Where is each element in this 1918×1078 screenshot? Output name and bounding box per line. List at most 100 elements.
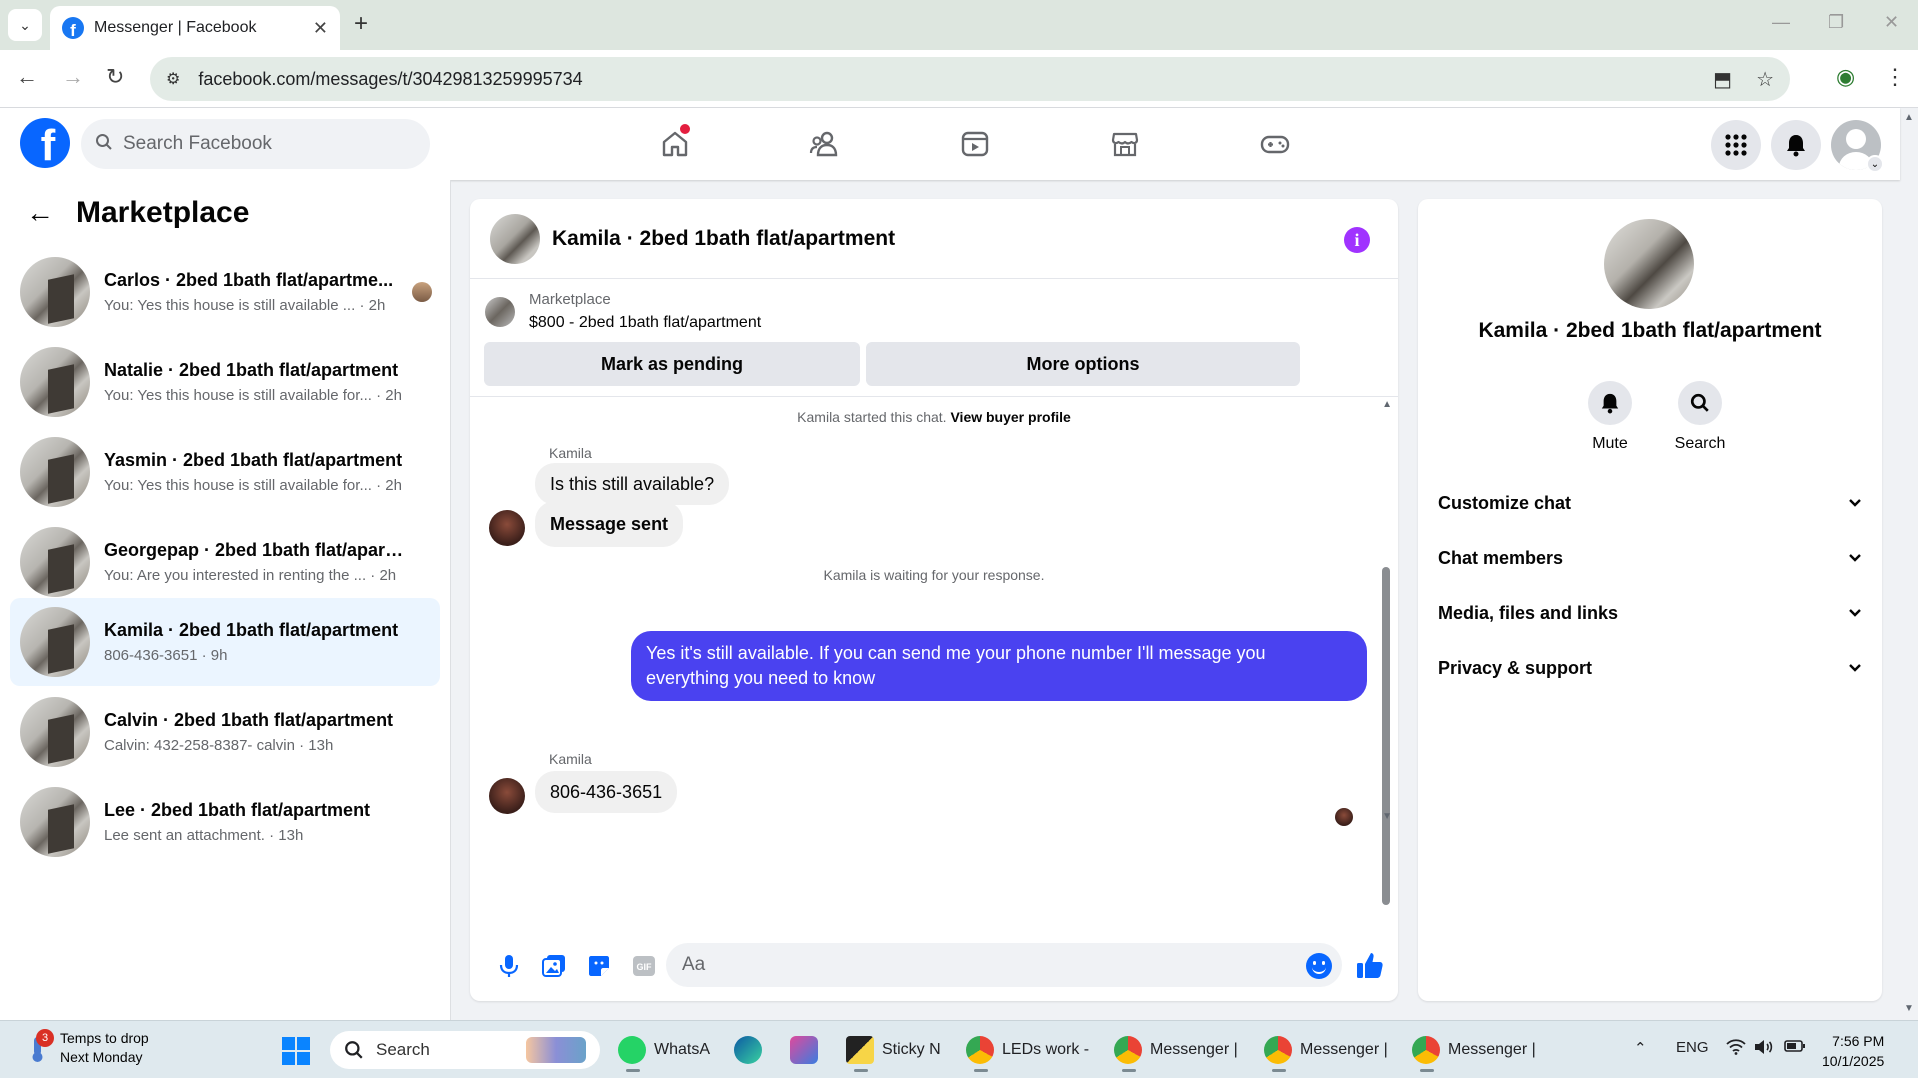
nav-home[interactable] (600, 108, 750, 180)
mute-button[interactable]: Mute (1570, 381, 1650, 453)
voice-clip-button[interactable] (486, 954, 531, 978)
message-input-box[interactable] (666, 943, 1342, 987)
conversation-item[interactable]: Lee · 2bed 1bath flat/apartment Lee sent… (10, 778, 440, 866)
facebook-search-input[interactable] (123, 133, 403, 155)
conversation-item[interactable]: Georgepap · 2bed 1bath flat/apart... You… (10, 518, 440, 606)
taskbar-app-label: Messenger | (1448, 1041, 1536, 1058)
back-arrow-icon[interactable]: ← (26, 197, 54, 229)
reload-icon[interactable]: ↻ (106, 64, 124, 90)
bookmark-star-icon[interactable]: ☆ (1756, 67, 1774, 92)
marketplace-label: Marketplace (529, 291, 611, 308)
sticker-icon (588, 956, 609, 976)
battery-icon[interactable] (1784, 1039, 1806, 1057)
taskbar-whatsapp[interactable]: WhatsA (618, 1031, 710, 1072)
wifi-icon[interactable] (1726, 1039, 1746, 1059)
mark-as-pending-button[interactable]: Mark as pending (484, 342, 860, 386)
media-files-links-row[interactable]: Media, files and links (1438, 592, 1862, 634)
nav-video[interactable] (900, 108, 1050, 180)
mute-label: Mute (1592, 435, 1628, 452)
new-tab-button[interactable]: + (354, 10, 368, 38)
conversation-item[interactable]: Calvin · 2bed 1bath flat/apartment Calvi… (10, 688, 440, 776)
privacy-support-row[interactable]: Privacy & support (1438, 647, 1862, 689)
listing-thumbnail (20, 347, 90, 417)
thermometer-icon: 3 (26, 1029, 54, 1063)
chat-listing-thumbnail[interactable] (490, 213, 540, 264)
outgoing-message[interactable]: Yes it's still available. If you can sen… (631, 631, 1367, 701)
chat-title[interactable]: Kamila · 2bed 1bath flat/apartment (552, 227, 895, 251)
home-notification-dot (680, 124, 690, 134)
weather-widget[interactable]: 3 Temps to drop Next Monday (26, 1029, 149, 1067)
more-options-button[interactable]: More options (866, 342, 1300, 386)
account-chevron-icon[interactable]: ⌄ (1866, 155, 1884, 173)
like-button[interactable] (1356, 951, 1384, 984)
search-in-conversation-button[interactable]: Search (1660, 381, 1740, 453)
incoming-message[interactable]: Message sent (535, 501, 684, 547)
attach-photo-button[interactable] (531, 954, 576, 978)
taskbar-snipping-tool[interactable] (790, 1031, 818, 1069)
listing-summary[interactable]: Marketplace $800 - 2bed 1bath flat/apart… (470, 279, 1398, 332)
conversation-item-active[interactable]: Kamila · 2bed 1bath flat/apartment 806-4… (10, 598, 440, 686)
conversation-item[interactable]: Natalie · 2bed 1bath flat/apartment You:… (10, 338, 440, 426)
info-icon[interactable]: i (1344, 227, 1370, 253)
taskbar-edge[interactable] (734, 1031, 762, 1069)
sender-avatar[interactable] (489, 510, 525, 546)
windows-start-icon[interactable] (282, 1037, 310, 1065)
sender-avatar[interactable] (489, 778, 525, 814)
taskbar-chrome-leds[interactable]: LEDs work - (966, 1031, 1089, 1072)
scroll-down-arrow-icon[interactable]: ▼ (1382, 811, 1392, 822)
taskbar-sticky-notes[interactable]: Sticky N (846, 1031, 941, 1072)
incoming-message[interactable]: Is this still available? (535, 463, 730, 505)
back-icon[interactable]: ← (16, 64, 38, 90)
browser-tab-messenger[interactable]: f Messenger | Facebook ✕ (50, 6, 340, 50)
close-tab-icon[interactable]: ✕ (313, 18, 328, 39)
nav-marketplace[interactable] (1050, 108, 1200, 180)
minimize-icon[interactable]: — (1772, 12, 1790, 33)
row-label: Privacy & support (1438, 657, 1593, 678)
menu-kebab-icon[interactable]: ⋮ (1884, 64, 1906, 90)
message-input[interactable] (682, 954, 1272, 976)
nav-friends[interactable] (750, 108, 900, 180)
customize-chat-row[interactable]: Customize chat (1438, 482, 1862, 524)
chat-members-row[interactable]: Chat members (1438, 537, 1862, 579)
taskbar-search[interactable]: Search (330, 1031, 600, 1069)
install-app-icon[interactable]: ⬒ (1713, 67, 1732, 92)
facebook-search[interactable] (81, 119, 430, 169)
tray-overflow-chevron-icon[interactable]: ⌃ (1634, 1039, 1647, 1057)
weather-title: Temps to drop (60, 1030, 149, 1046)
notifications-button[interactable] (1771, 120, 1821, 170)
volume-icon[interactable] (1754, 1039, 1774, 1059)
taskbar-chrome-messenger-2[interactable]: Messenger | (1264, 1031, 1388, 1072)
profile-icon[interactable]: ◉ (1836, 64, 1855, 90)
site-settings-icon[interactable]: ⚙ (166, 69, 180, 89)
language-indicator[interactable]: ENG (1676, 1039, 1709, 1056)
url-text[interactable]: facebook.com/messages/t/3042981325999573… (198, 69, 1713, 90)
taskbar-chrome-messenger-3[interactable]: Messenger | (1412, 1031, 1536, 1072)
conversation-name: Lee · 2bed 1bath flat/apartment (104, 800, 371, 820)
emoji-icon[interactable] (1306, 953, 1332, 979)
address-bar[interactable]: ⚙ facebook.com/messages/t/30429813259995… (150, 57, 1790, 101)
message-thread[interactable]: Kamila started this chat. View buyer pro… (470, 397, 1398, 933)
facebook-logo-icon[interactable]: f (20, 118, 70, 168)
system-clock[interactable]: 7:56 PM 10/1/2025 (1822, 1031, 1884, 1071)
conversation-item[interactable]: Yasmin · 2bed 1bath flat/apartment You: … (10, 428, 440, 516)
taskbar-chrome-messenger-1[interactable]: Messenger | (1114, 1031, 1238, 1072)
incoming-message[interactable]: 806-436-3651 (535, 771, 678, 813)
page-scroll-down-icon[interactable]: ▼ (1904, 1003, 1914, 1014)
page-scroll-up-icon[interactable]: ▲ (1904, 112, 1914, 123)
conversation-preview: You: Are you interested in renting the .… (104, 567, 397, 584)
view-buyer-profile-link[interactable]: View buyer profile (950, 409, 1070, 425)
details-listing-thumbnail[interactable] (1604, 219, 1694, 309)
sticker-button[interactable] (576, 955, 621, 977)
scroll-up-arrow-icon[interactable]: ▲ (1382, 399, 1392, 410)
forward-icon[interactable]: → (62, 64, 84, 90)
chat-scrollbar-thumb[interactable] (1382, 567, 1390, 905)
gif-button[interactable]: GIF (621, 955, 666, 977)
tab-list-button[interactable]: ⌄ (8, 9, 42, 41)
restore-icon[interactable]: ❐ (1828, 12, 1844, 33)
menu-grid-button[interactable] (1711, 120, 1761, 170)
conversation-item[interactable]: Carlos · 2bed 1bath flat/apartme... You:… (10, 248, 440, 336)
row-label: Media, files and links (1438, 602, 1619, 623)
listing-thumbnail (20, 257, 90, 327)
nav-gaming[interactable] (1200, 108, 1350, 180)
close-window-icon[interactable]: ✕ (1884, 12, 1899, 33)
